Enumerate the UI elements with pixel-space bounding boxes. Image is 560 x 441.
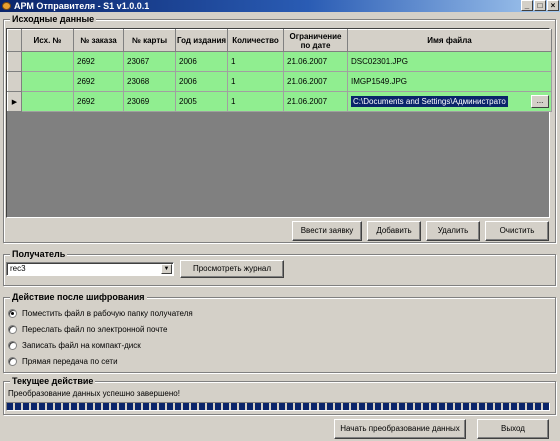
table-row[interactable]: 2692 23067 2006 1 21.06.2007 DSC02301.JP…: [7, 51, 552, 72]
column-header-ref[interactable]: Исх. №: [21, 29, 74, 52]
exit-button[interactable]: Выход: [477, 419, 549, 439]
cell-order[interactable]: 2692: [73, 71, 124, 92]
radio-label: Переслать файл по электронной почте: [22, 324, 168, 334]
enter-order-button[interactable]: Ввести заявку: [292, 221, 362, 241]
progress-fill: [7, 403, 549, 410]
clear-button[interactable]: Очистить: [485, 221, 549, 241]
title-bar: АРМ Отправителя - S1 v1.0.0.1 _ □ ×: [0, 0, 560, 12]
data-grid[interactable]: Исх. № № заказа № карты Год издания Коли…: [6, 28, 552, 218]
column-header-qty[interactable]: Количество: [227, 29, 284, 52]
radio-button[interactable]: [8, 324, 17, 334]
window-controls: _ □ ×: [521, 0, 559, 11]
source-data-title: Исходные данные: [10, 14, 97, 25]
column-header-card[interactable]: № карты: [123, 29, 176, 52]
column-header-order[interactable]: № заказа: [73, 29, 124, 52]
column-header-file[interactable]: Имя файла: [347, 29, 552, 52]
column-header-date[interactable]: Ограничение по дате: [283, 29, 348, 52]
cell-ref[interactable]: [21, 71, 74, 92]
cell-card[interactable]: 23067: [123, 51, 176, 72]
recipient-title: Получатель: [10, 249, 68, 260]
cell-card[interactable]: 23068: [123, 71, 176, 92]
status-text: Преобразование данных успешно завершено!: [8, 389, 180, 398]
cell-file[interactable]: DSC02301.JPG: [347, 51, 552, 72]
cell-date[interactable]: 21.06.2007: [283, 71, 348, 92]
file-path-input[interactable]: C:\Documents and Settings\Администрато: [351, 96, 508, 107]
row-indicator[interactable]: [7, 51, 22, 72]
chevron-down-icon[interactable]: ▼: [161, 264, 172, 274]
recipient-selected-value: rec3: [10, 264, 26, 273]
current-action-title: Текущее действие: [10, 376, 96, 387]
radio-label: Поместить файл в рабочую папку получател…: [22, 308, 193, 318]
cell-order[interactable]: 2692: [73, 91, 124, 112]
radio-label: Записать файл на компакт-диск: [22, 340, 141, 350]
cell-date[interactable]: 21.06.2007: [283, 51, 348, 72]
progress-bar: [6, 402, 550, 411]
cell-ref[interactable]: [21, 91, 74, 112]
cell-file[interactable]: IMGP1549.JPG: [347, 71, 552, 92]
cell-year[interactable]: 2006: [175, 71, 228, 92]
indicator-header: [7, 29, 22, 52]
delete-button[interactable]: Удалить: [426, 221, 480, 241]
radio-option-cd[interactable]: Записать файл на компакт-диск: [8, 339, 141, 351]
radio-button[interactable]: [8, 308, 17, 318]
radio-option-email[interactable]: Переслать файл по электронной почте: [8, 323, 167, 335]
maximize-button[interactable]: □: [534, 0, 546, 11]
start-conversion-button[interactable]: Начать преобразование данных: [334, 419, 466, 439]
app-icon: [2, 2, 11, 10]
table-header-row: Исх. № № заказа № карты Год издания Коли…: [7, 29, 552, 52]
cell-year[interactable]: 2006: [175, 51, 228, 72]
table-row[interactable]: 2692 23068 2006 1 21.06.2007 IMGP1549.JP…: [7, 71, 552, 92]
radio-option-network[interactable]: Прямая передача по сети: [8, 355, 118, 367]
cell-date[interactable]: 21.06.2007: [283, 91, 348, 112]
data-table: Исх. № № заказа № карты Год издания Коли…: [7, 29, 552, 112]
cell-ref[interactable]: [21, 51, 74, 72]
radio-button[interactable]: [8, 356, 17, 366]
cell-qty[interactable]: 1: [227, 51, 284, 72]
cell-qty[interactable]: 1: [227, 91, 284, 112]
table-row[interactable]: ▶ 2692 23069 2005 1 21.06.2007 C:\Docume…: [7, 91, 552, 112]
minimize-button[interactable]: _: [521, 0, 533, 11]
cell-qty[interactable]: 1: [227, 71, 284, 92]
close-button[interactable]: ×: [547, 0, 559, 11]
recipient-select[interactable]: rec3 ▼: [6, 262, 174, 276]
column-header-year[interactable]: Год издания: [175, 29, 228, 52]
radio-option-folder[interactable]: Поместить файл в рабочую папку получател…: [8, 307, 193, 319]
cell-year[interactable]: 2005: [175, 91, 228, 112]
radio-label: Прямая передача по сети: [22, 356, 118, 366]
row-indicator[interactable]: ▶: [7, 91, 22, 112]
cell-order[interactable]: 2692: [73, 51, 124, 72]
cell-file-editing[interactable]: C:\Documents and Settings\Администрато .…: [347, 91, 552, 112]
row-indicator[interactable]: [7, 71, 22, 92]
view-log-button[interactable]: Просмотреть журнал: [180, 260, 284, 278]
window-title: АРМ Отправителя - S1 v1.0.0.1: [14, 1, 150, 11]
cell-card[interactable]: 23069: [123, 91, 176, 112]
radio-button[interactable]: [8, 340, 17, 350]
browse-file-button[interactable]: ...: [531, 95, 549, 108]
action-title: Действие после шифрования: [10, 292, 147, 303]
add-button[interactable]: Добавить: [367, 221, 421, 241]
